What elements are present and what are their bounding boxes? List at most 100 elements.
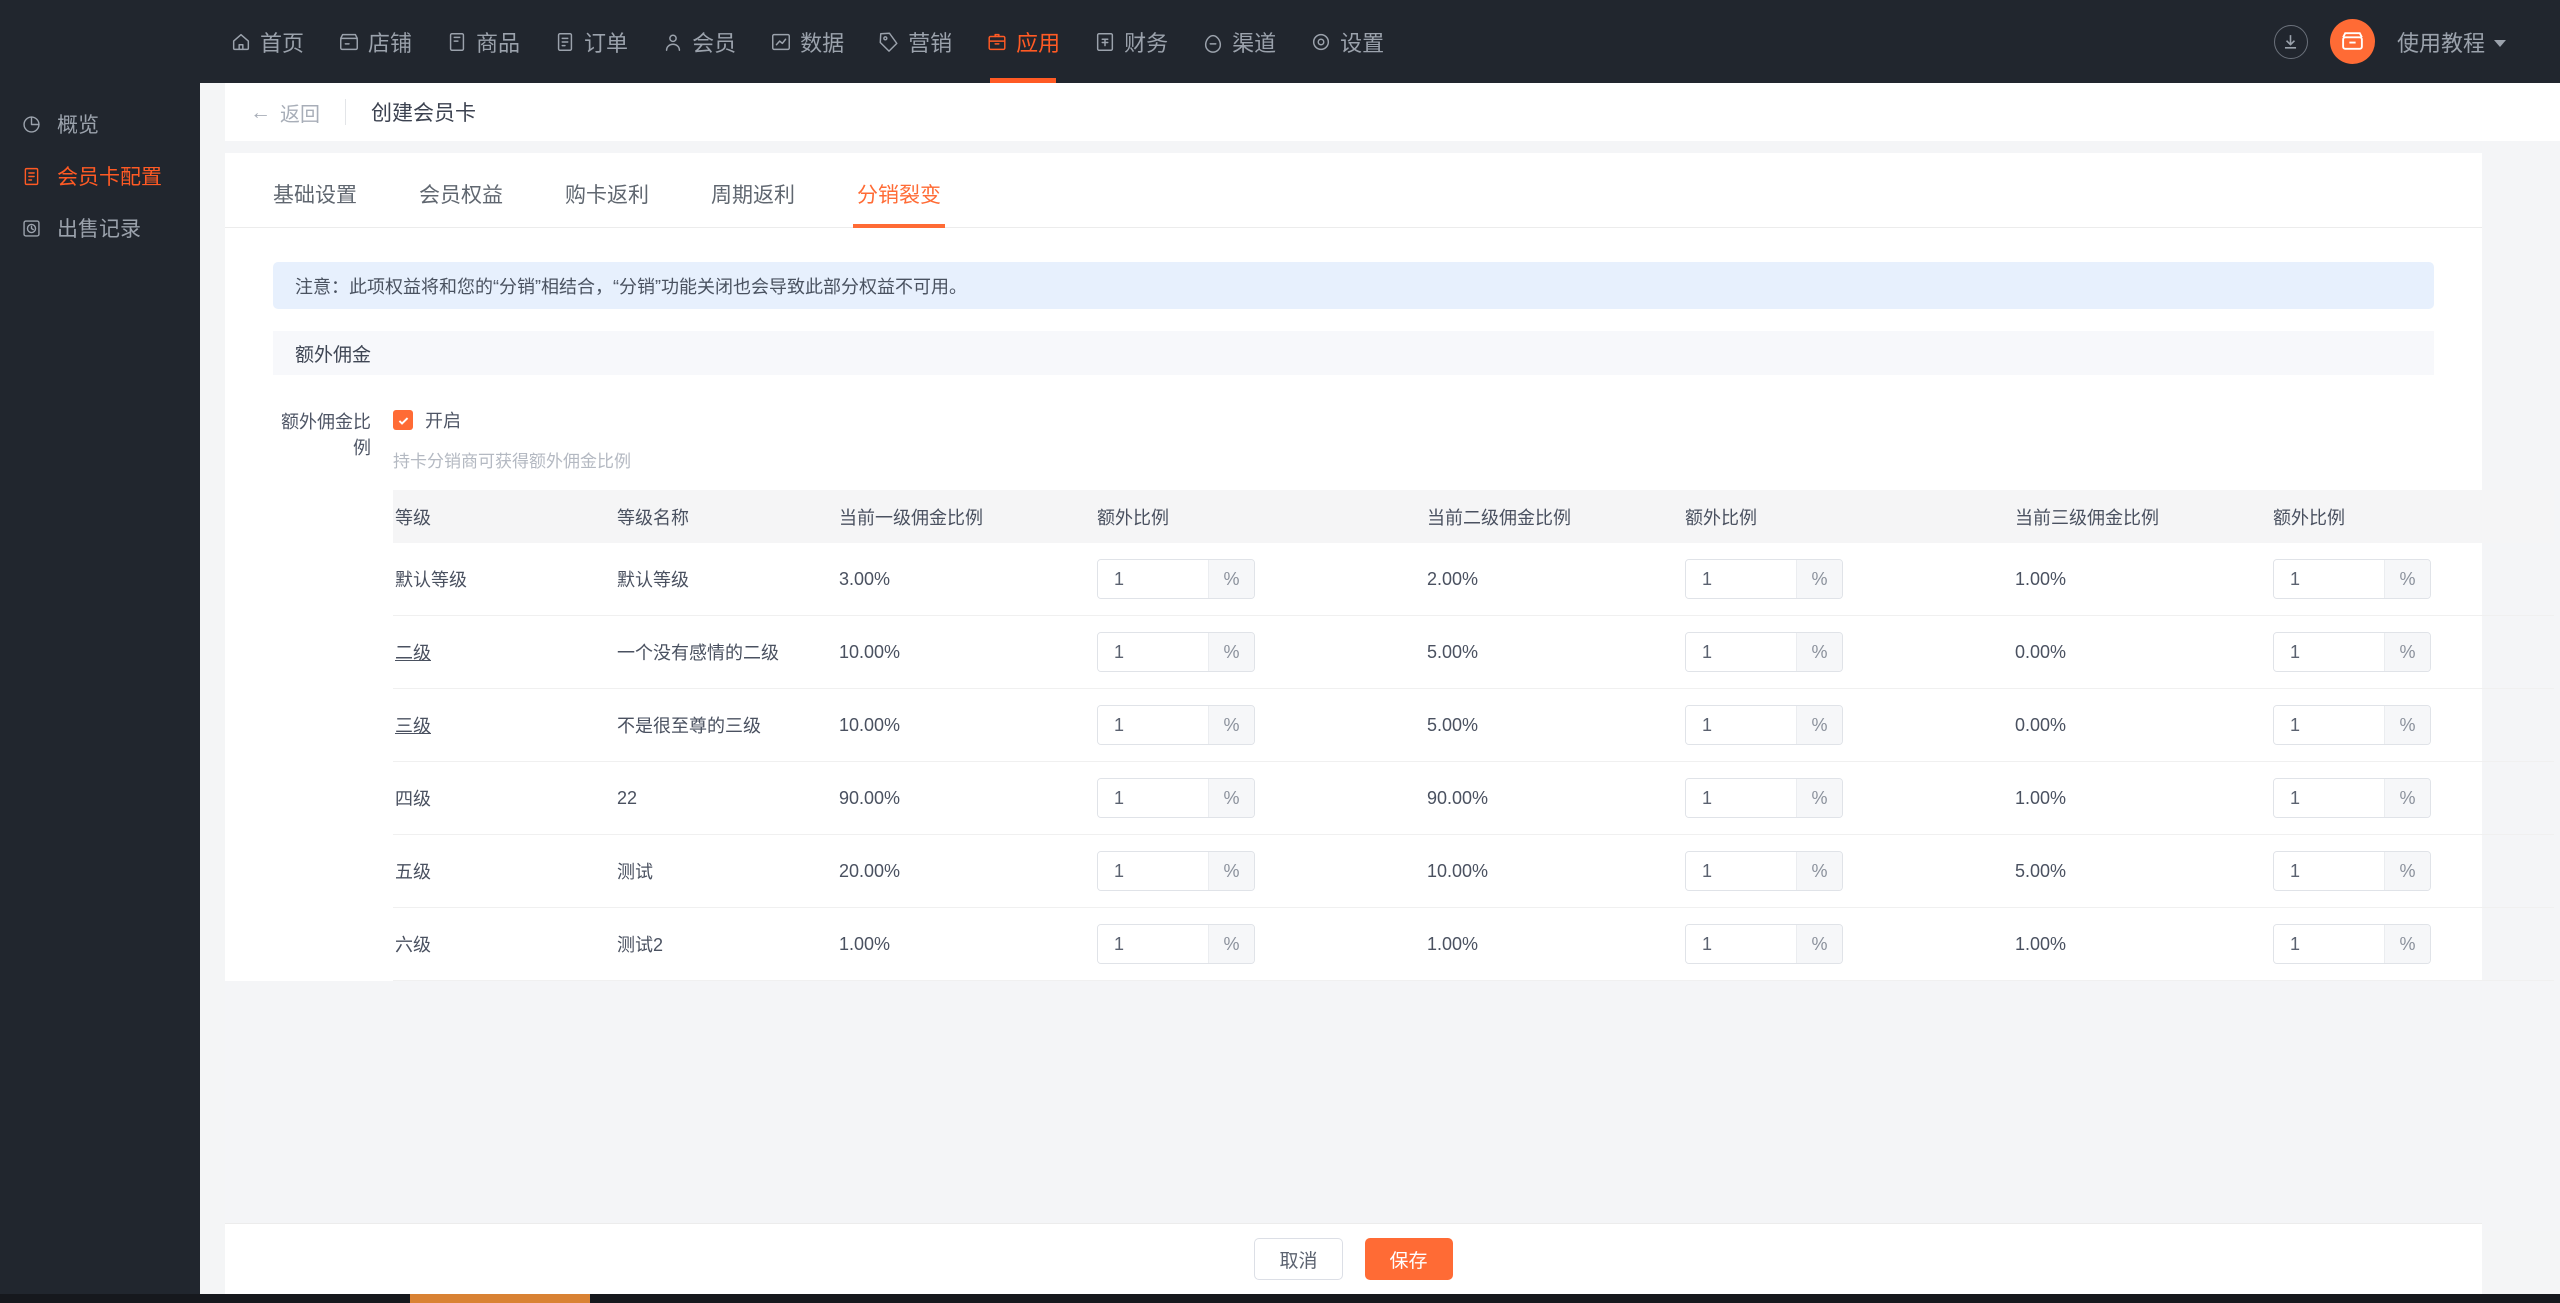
extra-ratio-input[interactable]: [1686, 779, 1796, 817]
sale-record-icon: [21, 218, 42, 239]
level-label[interactable]: 三级: [395, 716, 431, 736]
extra-commission-field-row: 额外佣金比例 开启 持卡分销商可获得额外佣金比例 等级 等级名称 当前一级佣金比…: [273, 407, 2554, 981]
nav-item-1[interactable]: 首页: [213, 0, 321, 83]
download-icon[interactable]: [2273, 24, 2308, 59]
tab-4[interactable]: 周期返利: [711, 179, 795, 227]
extra-ratio-input-wrap[interactable]: %: [2273, 924, 2431, 964]
enable-checkbox-label[interactable]: 开启: [425, 407, 461, 433]
current-l3-rate-cell: 5.00%: [2015, 860, 2067, 881]
extra-ratio-cell: %: [1095, 705, 1425, 745]
extra-ratio-input-wrap[interactable]: %: [1097, 705, 1255, 745]
level-cell[interactable]: 三级: [393, 712, 615, 738]
table-header-cell-4: 额外比例: [1097, 507, 1169, 528]
sidebar-item-label: 出售记录: [57, 218, 141, 241]
nav-item-9[interactable]: 财务: [1077, 0, 1185, 83]
extra-ratio-input[interactable]: [1686, 633, 1796, 671]
nav-item-6[interactable]: 数据: [753, 0, 861, 83]
extra-ratio-input-wrap[interactable]: %: [1685, 559, 1843, 599]
extra-ratio-input-wrap[interactable]: %: [2273, 778, 2431, 818]
nav-item-7[interactable]: 营销: [861, 0, 969, 83]
nav-item-11[interactable]: 设置: [1293, 0, 1401, 83]
nav-item-label: 订单: [584, 30, 629, 56]
shop-icon: [338, 31, 360, 53]
arrow-left-icon: ←: [250, 100, 271, 124]
extra-ratio-input-wrap[interactable]: %: [1097, 851, 1255, 891]
nav-item-8[interactable]: 应用: [969, 0, 1077, 83]
back-button[interactable]: ← 返回: [250, 98, 320, 127]
extra-ratio-input[interactable]: [2274, 706, 2384, 744]
extra-ratio-input[interactable]: [1098, 852, 1208, 890]
extra-ratio-input-wrap[interactable]: %: [1685, 632, 1843, 672]
extra-ratio-cell: %: [2271, 851, 2560, 891]
user-tutorial-menu[interactable]: 使用教程: [2397, 26, 2506, 58]
avatar[interactable]: [2329, 19, 2375, 64]
sidebar-item-1[interactable]: 概览: [0, 98, 200, 150]
extra-ratio-input-wrap[interactable]: %: [1685, 778, 1843, 818]
level-name-cell: 测试: [617, 862, 653, 882]
extra-ratio-input[interactable]: [1098, 633, 1208, 671]
home-icon: [230, 31, 252, 53]
extra-ratio-input-wrap[interactable]: %: [1097, 924, 1255, 964]
table-header-cell-2: 等级名称: [617, 507, 689, 528]
chart-icon: [770, 31, 792, 53]
tab-label: 基础设置: [273, 184, 357, 207]
extra-ratio-input-wrap[interactable]: %: [1685, 705, 1843, 745]
extra-ratio-input-wrap[interactable]: %: [2273, 559, 2431, 599]
nav-item-4[interactable]: 订单: [537, 0, 645, 83]
extra-ratio-input-wrap[interactable]: %: [2273, 705, 2431, 745]
extra-ratio-input-wrap[interactable]: %: [1685, 924, 1843, 964]
percent-suffix: %: [1208, 925, 1254, 963]
tab-label: 分销裂变: [857, 184, 941, 207]
extra-ratio-input[interactable]: [1686, 560, 1796, 598]
tab-3[interactable]: 购卡返利: [565, 179, 649, 227]
extra-commission-label: 额外佣金比例: [281, 412, 371, 458]
extra-ratio-input[interactable]: [2274, 560, 2384, 598]
extra-ratio-input[interactable]: [2274, 633, 2384, 671]
level-name-cell: 22: [617, 787, 638, 808]
sidebar-item-3[interactable]: 出售记录: [0, 202, 200, 254]
extra-ratio-input[interactable]: [2274, 852, 2384, 890]
extra-ratio-input[interactable]: [2274, 925, 2384, 963]
percent-suffix: %: [1796, 852, 1842, 890]
extra-ratio-input[interactable]: [1686, 852, 1796, 890]
extra-ratio-input[interactable]: [1098, 560, 1208, 598]
nav-item-5[interactable]: 会员: [645, 0, 753, 83]
nav-item-3[interactable]: 商品: [429, 0, 537, 83]
nav-item-10[interactable]: 渠道: [1185, 0, 1293, 83]
extra-ratio-input-wrap[interactable]: %: [1097, 632, 1255, 672]
extra-ratio-input-wrap[interactable]: %: [1097, 778, 1255, 818]
page-header: ← 返回 创建会员卡: [225, 83, 2560, 141]
order-icon: [554, 31, 576, 53]
extra-commission-hint: 持卡分销商可获得额外佣金比例: [393, 452, 631, 471]
sidebar-item-2[interactable]: 会员卡配置: [0, 150, 200, 202]
tab-5[interactable]: 分销裂变: [853, 179, 945, 228]
tab-label: 周期返利: [711, 184, 795, 207]
extra-ratio-input[interactable]: [1686, 706, 1796, 744]
finance-icon: [1094, 31, 1116, 53]
extra-ratio-input[interactable]: [2274, 779, 2384, 817]
current-l2-rate-cell: 1.00%: [1427, 933, 1479, 954]
current-l1-rate-cell: 1.00%: [839, 933, 891, 954]
level-label[interactable]: 二级: [395, 643, 431, 663]
extra-ratio-input-wrap[interactable]: %: [2273, 851, 2431, 891]
extra-ratio-input-wrap[interactable]: %: [1685, 851, 1843, 891]
save-button[interactable]: 保存: [1364, 1238, 1453, 1280]
cancel-button[interactable]: 取消: [1254, 1238, 1343, 1280]
extra-ratio-input[interactable]: [1098, 706, 1208, 744]
nav-item-2[interactable]: 店铺: [321, 0, 429, 83]
extra-ratio-input[interactable]: [1098, 925, 1208, 963]
level-cell[interactable]: 二级: [393, 639, 615, 665]
extra-ratio-input-wrap[interactable]: %: [2273, 632, 2431, 672]
tab-1[interactable]: 基础设置: [273, 179, 357, 227]
current-l1-rate-cell: 10.00%: [839, 714, 901, 735]
current-l1-rate-cell: 90.00%: [839, 787, 901, 808]
tab-2[interactable]: 会员权益: [419, 179, 503, 227]
percent-suffix: %: [2384, 852, 2430, 890]
extra-ratio-cell: %: [1683, 705, 2013, 745]
extra-ratio-input[interactable]: [1098, 779, 1208, 817]
table-header-cell-3: 当前一级佣金比例: [839, 507, 983, 528]
tab-bar: 基础设置 会员权益 购卡返利 周期返利 分销裂变: [225, 153, 2482, 228]
extra-ratio-input-wrap[interactable]: %: [1097, 559, 1255, 599]
enable-checkbox[interactable]: [393, 410, 413, 430]
extra-ratio-input[interactable]: [1686, 925, 1796, 963]
